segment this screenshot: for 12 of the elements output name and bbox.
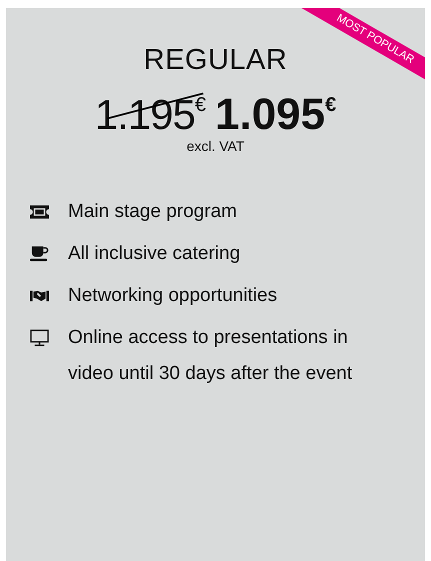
plan-title: REGULAR [144,43,288,78]
cup-icon [30,246,49,262]
old-price: 1.195$^{€}$ [94,90,205,140]
price-note: excl. VAT [186,138,246,154]
price: 1.095$^{€}$ [215,89,336,140]
handshake-icon [30,289,49,303]
feature-text: Networking opportunities [68,284,278,308]
feature-text: All inclusive catering [68,242,242,266]
feature-text: Online access to presentations in video until 30 days after the event [68,326,354,386]
ticket-icon [30,205,49,219]
monitor-icon [30,329,49,347]
feature-text: Main stage program [68,200,238,224]
